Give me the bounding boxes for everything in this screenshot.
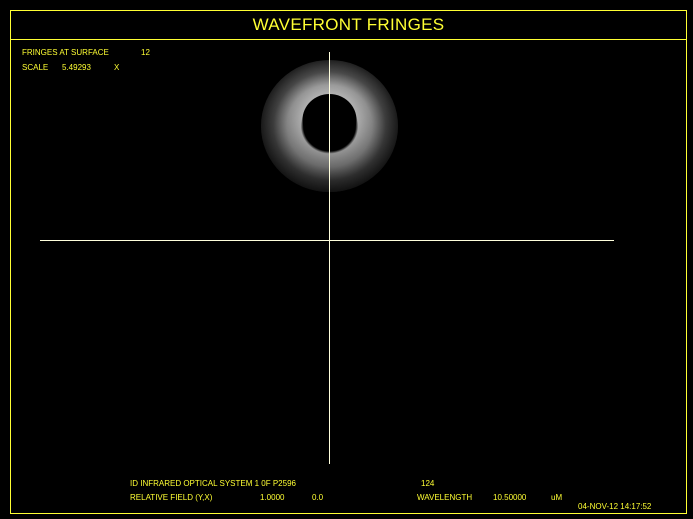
field-label: RELATIVE FIELD (Y,X) — [130, 493, 213, 502]
timestamp: 04-NOV-12 14:17:52 — [578, 502, 652, 511]
scale-value: 5.49293 — [62, 63, 91, 72]
wavelength-value: 10.50000 — [493, 493, 527, 502]
fringes-value: 12 — [141, 48, 150, 57]
field-y-value: 1.0000 — [260, 493, 285, 502]
fringes-label: FRINGES AT SURFACE — [22, 48, 109, 57]
field-x-value: 0.0 — [312, 493, 324, 502]
scale-unit: X — [114, 63, 120, 72]
title-bar: WAVEFRONT FRINGES — [10, 10, 687, 40]
system-id: ID INFRARED OPTICAL SYSTEM 1 0F P2596 — [130, 479, 296, 488]
wavelength-label: WAVELENGTH — [417, 493, 473, 502]
plot-title: WAVEFRONT FRINGES — [252, 14, 445, 34]
wavelength-unit: uM — [551, 493, 563, 502]
crosshair-vertical — [329, 52, 330, 464]
crosshair-horizontal — [40, 240, 614, 241]
scale-label: SCALE — [22, 63, 49, 72]
system-number: 124 — [421, 479, 435, 488]
